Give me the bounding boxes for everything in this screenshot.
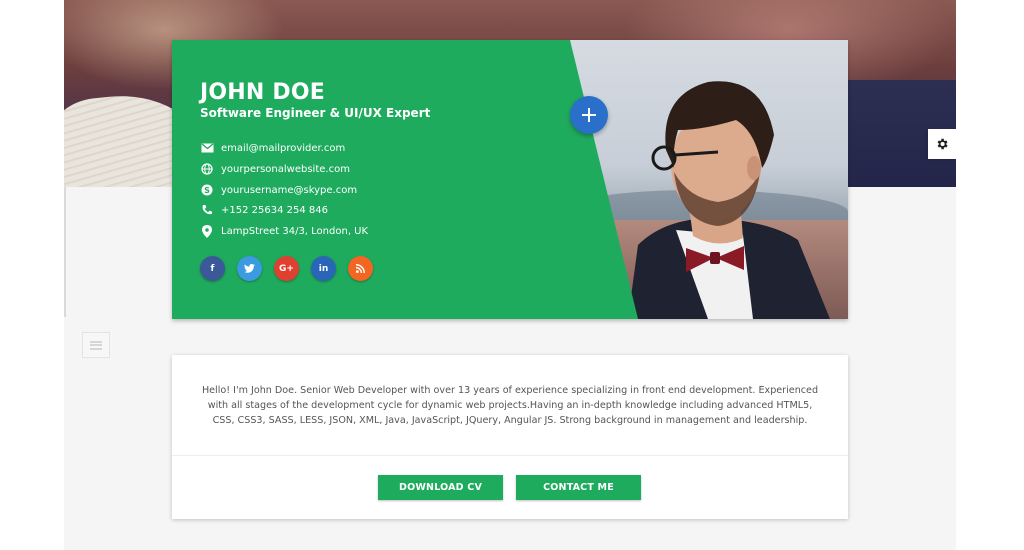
svg-text:S: S xyxy=(204,186,210,195)
skype-icon: S xyxy=(200,183,214,197)
plus-icon xyxy=(582,108,596,122)
google-plus-button[interactable]: G+ xyxy=(274,256,299,281)
contact-skype[interactable]: S yourusername@skype.com xyxy=(200,183,357,197)
twitter-icon xyxy=(244,264,255,273)
profile-card: JOHN DOE Software Engineer & UI/UX Exper… xyxy=(172,40,848,319)
contact-address-text: LampStreet 34/3, London, UK xyxy=(221,225,369,237)
profile-title: Software Engineer & UI/UX Expert xyxy=(200,106,431,120)
rss-button[interactable] xyxy=(348,256,373,281)
about-text: Hello! I'm John Doe. Senior Web Develope… xyxy=(201,385,819,426)
settings-button[interactable] xyxy=(928,129,956,159)
phone-icon xyxy=(200,203,214,217)
side-divider xyxy=(64,187,66,317)
menu-button[interactable] xyxy=(82,332,110,358)
contact-website[interactable]: yourpersonalwebsite.com xyxy=(200,162,350,176)
linkedin-icon: in xyxy=(318,263,329,274)
about-card: Hello! I'm John Doe. Senior Web Develope… xyxy=(172,355,848,519)
facebook-icon: f xyxy=(210,263,215,274)
contact-phone-text: +152 25634 254 846 xyxy=(221,204,328,216)
contact-skype-text: yourusername@skype.com xyxy=(221,184,358,196)
profile-name: JOHN DOE xyxy=(200,80,325,105)
linkedin-button[interactable]: in xyxy=(311,256,336,281)
gear-icon xyxy=(937,138,948,150)
social-links: f G+ in xyxy=(200,256,385,281)
add-button[interactable] xyxy=(570,96,608,134)
contact-phone[interactable]: +152 25634 254 846 xyxy=(200,203,328,217)
contact-address[interactable]: LampStreet 34/3, London, UK xyxy=(200,224,368,238)
contact-website-text: yourpersonalwebsite.com xyxy=(221,163,350,175)
screen: JOHN DOE Software Engineer & UI/UX Exper… xyxy=(0,0,1024,550)
envelope-icon xyxy=(200,141,214,155)
download-cv-button[interactable]: DOWNLOAD CV xyxy=(378,475,503,500)
twitter-button[interactable] xyxy=(237,256,262,281)
google-plus-icon: G+ xyxy=(279,263,294,274)
menu-icon xyxy=(90,340,102,350)
rss-icon xyxy=(356,264,365,273)
globe-icon xyxy=(200,162,214,176)
contact-email-text: email@mailprovider.com xyxy=(221,142,346,154)
contact-email[interactable]: email@mailprovider.com xyxy=(200,141,345,155)
location-pin-icon xyxy=(200,224,214,238)
about-divider xyxy=(172,455,848,456)
facebook-button[interactable]: f xyxy=(200,256,225,281)
contact-me-button[interactable]: CONTACT ME xyxy=(516,475,641,500)
